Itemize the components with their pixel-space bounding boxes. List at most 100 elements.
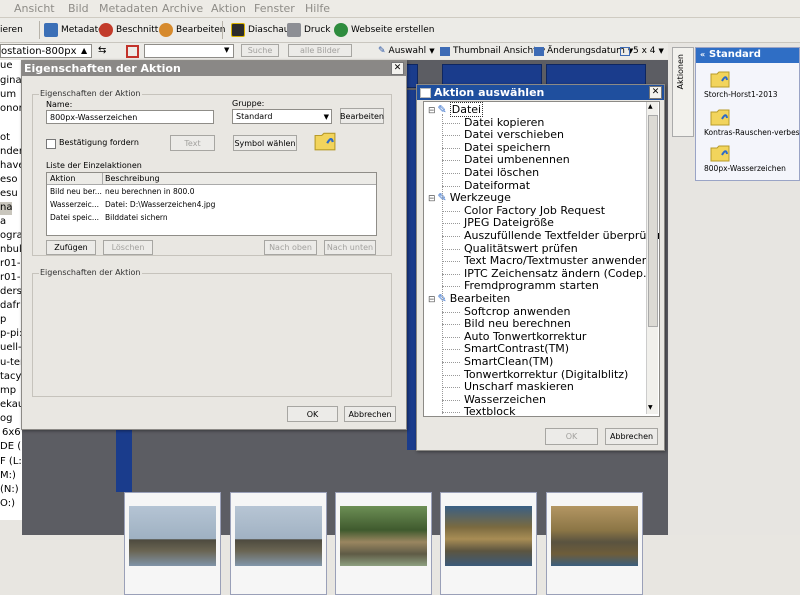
- tree-group[interactable]: ⊟ ✎ Datei: [428, 102, 484, 117]
- tree-item[interactable]: Datei löschen: [442, 167, 539, 179]
- collapse-toggle-icon[interactable]: ⊟: [428, 295, 436, 305]
- tree-item[interactable]: Datei speichern: [442, 141, 550, 154]
- tree-item[interactable]: Datei umbenennen: [442, 154, 570, 166]
- folder-item[interactable]: ot: [0, 132, 10, 145]
- scroll-up-icon[interactable]: ▲: [648, 103, 653, 110]
- tree-item[interactable]: SmartContrast(TM): [442, 343, 569, 355]
- folder-item[interactable]: have: [0, 160, 22, 173]
- folder-item[interactable]: eso: [0, 174, 17, 187]
- folder-item[interactable]: gina: [0, 75, 22, 88]
- confirm-checkbox[interactable]: [46, 139, 56, 149]
- action-item[interactable]: Kontras-Rauschen-verbess: [704, 108, 800, 144]
- thumbnail[interactable]: [546, 492, 643, 595]
- folder-item[interactable]: 6x6: [2, 427, 21, 438]
- text-button[interactable]: Text: [170, 135, 215, 151]
- print-button[interactable]: Druck: [287, 21, 331, 39]
- folder-item[interactable]: um: [0, 89, 16, 102]
- table-row[interactable]: Bild neu ber... neu berechnen in 800.0: [47, 186, 376, 198]
- dialog-titlebar[interactable]: Eigenschaften der Aktion ✕: [22, 61, 406, 76]
- tree-item[interactable]: Color Factory Job Request: [442, 204, 605, 217]
- tree-item[interactable]: Tonwertkorrektur (Digitalblitz): [442, 368, 628, 381]
- tree-item[interactable]: Auto Tonwertkorrektur: [442, 330, 586, 343]
- collapse-icon[interactable]: «: [700, 50, 705, 59]
- tab-actions[interactable]: Aktionen: [672, 47, 694, 137]
- thumbnail[interactable]: [335, 492, 432, 595]
- tree-item[interactable]: IPTC Zeichensatz ändern (Codep...: [442, 267, 654, 280]
- folder-item[interactable]: onor: [0, 103, 22, 116]
- standard-group-header[interactable]: « Standard: [696, 48, 799, 63]
- tree-item[interactable]: JPEG Dateigröße: [442, 217, 554, 229]
- choose-symbol-button[interactable]: Symbol wählen: [233, 135, 297, 151]
- thumbnail[interactable]: [440, 492, 537, 595]
- tree-item[interactable]: Softcrop anwenden: [442, 305, 570, 318]
- cancel-button[interactable]: Abbrechen: [344, 406, 396, 422]
- chevron-up-icon[interactable]: ▲: [81, 46, 87, 55]
- action-item[interactable]: 800px-Wasserzeichen: [704, 144, 799, 180]
- action-tree[interactable]: ⊟ ✎ Datei Datei kopieren Datei verschieben Da…: [423, 101, 660, 417]
- drive-m[interactable]: M:): [0, 470, 16, 481]
- thumbnail[interactable]: [230, 492, 327, 595]
- action-list[interactable]: Aktion Beschreibung Bild neu ber... neu …: [46, 172, 377, 236]
- tree-item[interactable]: Bild neu berechnen: [442, 318, 571, 330]
- delete-button[interactable]: Löschen: [103, 240, 153, 255]
- all-images-button[interactable]: alle Bilder: [288, 44, 352, 57]
- crop-button[interactable]: Beschnitt: [99, 21, 158, 39]
- tree-item[interactable]: SmartClean(TM): [442, 356, 553, 368]
- search-combo[interactable]: [144, 44, 234, 58]
- folder-item[interactable]: r01-: [0, 272, 20, 285]
- tree-item[interactable]: Datei verschieben: [442, 129, 564, 141]
- table-row[interactable]: Wasserzeic... Datei: D:\Wasserzeichen4.j…: [47, 199, 376, 211]
- folder-item[interactable]: nder: [0, 146, 22, 159]
- scroll-down-icon[interactable]: ▼: [648, 404, 653, 411]
- thumbnail-view-menu[interactable]: Thumbnail Ansicht▼: [440, 44, 545, 58]
- folder-item[interactable]: mp: [0, 385, 16, 398]
- folder-item[interactable]: ekauf: [0, 399, 22, 412]
- menu-bild[interactable]: Bild: [68, 2, 89, 15]
- tree-item[interactable]: Auszufüllende Textfelder überprüfen: [442, 230, 659, 242]
- action-item[interactable]: Storch-Horst1-2013: [704, 70, 799, 106]
- table-row[interactable]: Datei speic... Bilddatei sichern: [47, 212, 376, 224]
- tree-item[interactable]: Qualitätswert prüfen: [442, 242, 578, 255]
- folder-combo[interactable]: ostation-800px: [0, 44, 92, 58]
- folder-nav-icon[interactable]: ⇆: [98, 45, 106, 56]
- folder-item[interactable]: uell-I: [0, 342, 22, 355]
- tree-scrollbar[interactable]: ▲ ▼: [646, 102, 658, 414]
- filter-icon[interactable]: [126, 45, 139, 58]
- ok-button[interactable]: OK: [545, 428, 598, 445]
- menu-metadaten[interactable]: Metadaten: [99, 2, 158, 15]
- folder-item[interactable]: a: [0, 216, 6, 229]
- tree-item[interactable]: Fremdprogramm starten: [442, 280, 599, 292]
- web-button[interactable]: Webseite erstellen: [334, 21, 435, 39]
- name-field[interactable]: 800px-Wasserzeichen: [46, 110, 214, 124]
- group-select[interactable]: Standard ▼: [232, 109, 332, 124]
- collapse-toggle-icon[interactable]: ⊟: [428, 194, 436, 204]
- thumbnail[interactable]: [124, 492, 221, 595]
- edit-button[interactable]: Bearbeiten: [159, 21, 225, 39]
- scrollbar-thumb[interactable]: [648, 115, 658, 327]
- folder-item[interactable]: p: [0, 314, 6, 327]
- column-header-action[interactable]: Aktion: [50, 174, 75, 183]
- tree-item[interactable]: Unscharf maskieren: [442, 381, 574, 393]
- tree-item[interactable]: Datei kopieren: [442, 116, 544, 129]
- cancel-button[interactable]: Abbrechen: [605, 428, 658, 445]
- move-down-button[interactable]: Nach unten: [324, 240, 376, 255]
- folder-item[interactable]: nbul-: [0, 244, 22, 257]
- close-icon[interactable]: ✕: [649, 86, 662, 99]
- close-icon[interactable]: ✕: [391, 62, 404, 75]
- folder-item[interactable]: og: [0, 413, 12, 426]
- folder-item[interactable]: esu: [0, 188, 18, 201]
- menu-hilfe[interactable]: Hilfe: [305, 2, 330, 15]
- tree-group[interactable]: ⊟ ✎ Bearbeiten: [428, 293, 510, 306]
- collapse-toggle-icon[interactable]: ⊟: [428, 106, 436, 116]
- menu-ansicht[interactable]: Ansicht: [14, 2, 55, 15]
- tree-group[interactable]: ⊟ ✎ Werkzeuge: [428, 192, 511, 205]
- folder-item[interactable]: ogra: [0, 230, 22, 243]
- folder-item[interactable]: dafri: [0, 300, 22, 313]
- drive-n[interactable]: (N:): [0, 484, 19, 495]
- column-header-description[interactable]: Beschreibung: [105, 174, 160, 183]
- menu-fenster[interactable]: Fenster: [254, 2, 295, 15]
- folder-item[interactable]: r01-: [0, 258, 20, 271]
- folder-item[interactable]: ders: [0, 286, 22, 299]
- toolbar-item-ieren[interactable]: ieren: [0, 21, 23, 39]
- search-button[interactable]: Suche: [241, 44, 279, 57]
